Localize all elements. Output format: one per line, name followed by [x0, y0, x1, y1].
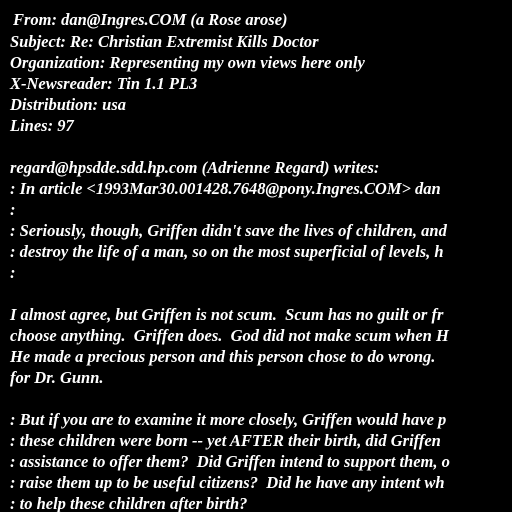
header-subject: Subject: Re: Christian Extremist Kills D… — [10, 32, 319, 51]
body-line: : these children were born -- yet AFTER … — [10, 431, 441, 450]
header-newsreader: X-Newsreader: Tin 1.1 PL3 — [10, 74, 198, 93]
header-from: From: dan@Ingres.COM (a Rose arose) — [13, 10, 288, 29]
body-line: for Dr. Gunn. — [10, 368, 104, 387]
body-line: : raise them up to be useful citizens? D… — [10, 473, 445, 492]
body-line: regard@hpsdde.sdd.hp.com (Adrienne Regar… — [10, 158, 380, 177]
header-organization: Organization: Representing my own views … — [10, 53, 365, 72]
email-message: From: dan@Ingres.COM (a Rose arose) Subj… — [0, 0, 512, 512]
body-line: He made a precious person and this perso… — [10, 347, 436, 366]
body-line: I almost agree, but Griffen is not scum.… — [10, 305, 444, 324]
body-line: : — [10, 263, 16, 282]
body-line: : destroy the life of a man, so on the m… — [10, 242, 444, 261]
body-line: : But if you are to examine it more clos… — [10, 410, 447, 429]
body-line: choose anything. Griffen does. God did n… — [10, 326, 449, 345]
header-distribution: Distribution: usa — [10, 95, 126, 114]
body-line: : Seriously, though, Griffen didn't save… — [10, 221, 447, 240]
body-line: : In article <1993Mar30.001428.7648@pony… — [10, 179, 441, 198]
body-line: : — [10, 200, 16, 219]
body-line: : to help these children after birth? — [10, 494, 248, 512]
body-line: : assistance to offer them? Did Griffen … — [10, 452, 450, 471]
header-lines: Lines: 97 — [10, 116, 74, 135]
